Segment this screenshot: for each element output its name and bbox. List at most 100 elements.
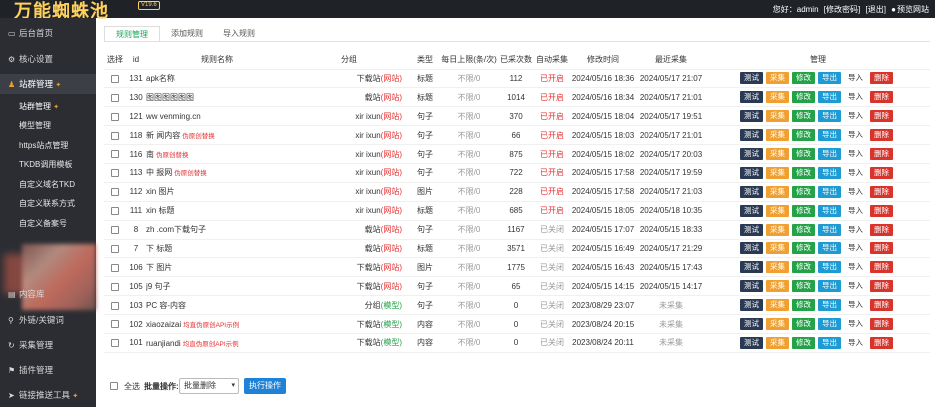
collect-button[interactable]: 采集	[766, 148, 789, 160]
row-checkbox[interactable]	[111, 263, 119, 272]
collect-button[interactable]: 采集	[766, 166, 789, 179]
logout-link[interactable]: [退出]	[865, 5, 885, 14]
import-button[interactable]: 导入	[844, 72, 867, 84]
row-auto-status[interactable]: 已开启	[534, 163, 570, 183]
import-button[interactable]: 导入	[844, 148, 867, 160]
row-auto-status[interactable]: 已关闭	[534, 257, 570, 278]
test-button[interactable]: 测试	[740, 129, 763, 142]
test-button[interactable]: 测试	[740, 280, 763, 293]
row-checkbox[interactable]	[111, 150, 119, 159]
edit-button[interactable]: 修改	[792, 91, 815, 104]
import-button[interactable]: 导入	[844, 91, 867, 103]
tab-add-rule[interactable]: 添加规则	[164, 26, 210, 42]
row-name[interactable]: PC 容-内容	[146, 301, 186, 310]
sidebar-item-core-settings[interactable]: ⚙ 核心设置	[0, 49, 96, 69]
collect-button[interactable]: 采集	[766, 110, 789, 123]
row-auto-status[interactable]: 已开启	[534, 201, 570, 221]
row-checkbox[interactable]	[111, 188, 119, 197]
import-button[interactable]: 导入	[844, 242, 867, 254]
delete-button[interactable]: 删除	[870, 148, 893, 160]
test-button[interactable]: 测试	[740, 91, 763, 104]
edit-button[interactable]: 修改	[792, 280, 815, 293]
edit-button[interactable]: 修改	[792, 299, 815, 312]
collect-button[interactable]: 采集	[766, 204, 789, 217]
export-button[interactable]: 导出	[818, 223, 841, 236]
tab-rule-management[interactable]: 规则管理	[104, 26, 160, 42]
row-checkbox[interactable]	[111, 74, 119, 83]
collect-button[interactable]: 采集	[766, 242, 789, 255]
sidebar-item-content-library[interactable]: ▤ 内容库	[0, 284, 96, 304]
export-button[interactable]: 导出	[818, 204, 841, 217]
sidebar-item-collect[interactable]: ↻ 采集管理	[0, 335, 96, 355]
export-button[interactable]: 导出	[818, 91, 841, 104]
row-name[interactable]: zh .com下载句子	[146, 225, 206, 234]
row-checkbox[interactable]	[111, 207, 119, 216]
test-button[interactable]: 测试	[740, 185, 763, 198]
change-password-link[interactable]: [修改密码]	[824, 5, 860, 14]
edit-button[interactable]: 修改	[792, 223, 815, 236]
row-checkbox[interactable]	[111, 93, 119, 102]
row-auto-status[interactable]: 已关闭	[534, 333, 570, 353]
delete-button[interactable]: 删除	[870, 318, 893, 331]
test-button[interactable]: 测试	[740, 242, 763, 255]
export-button[interactable]: 导出	[818, 299, 841, 312]
import-button[interactable]: 导入	[844, 129, 867, 141]
row-auto-status[interactable]: 已开启	[534, 69, 570, 89]
delete-button[interactable]: 删除	[870, 185, 893, 198]
edit-button[interactable]: 修改	[792, 204, 815, 217]
preview-site-link[interactable]: 预览网站	[897, 5, 929, 14]
export-button[interactable]: 导出	[818, 129, 841, 142]
row-name[interactable]: j9 句子	[146, 282, 170, 291]
test-button[interactable]: 测试	[740, 204, 763, 217]
row-name[interactable]: 新 闻内容	[146, 131, 180, 140]
collect-button[interactable]: 采集	[766, 280, 789, 293]
import-button[interactable]: 导入	[844, 224, 867, 236]
edit-button[interactable]: 修改	[792, 129, 815, 142]
row-name[interactable]: xin 图片	[146, 187, 174, 196]
row-checkbox[interactable]	[111, 131, 119, 140]
delete-button[interactable]: 删除	[870, 223, 893, 236]
sidebar-sub-tkdb[interactable]: TKDB调用模板	[0, 155, 96, 174]
sidebar-item-site-group[interactable]: ♟ 站群管理 ✦	[0, 74, 96, 94]
row-name[interactable]: ruanjiandi	[146, 339, 181, 348]
row-auto-status[interactable]: 已关闭	[534, 220, 570, 240]
import-button[interactable]: 导入	[844, 318, 867, 330]
edit-button[interactable]: 修改	[792, 261, 815, 274]
row-auto-status[interactable]: 已关闭	[534, 239, 570, 259]
test-button[interactable]: 测试	[740, 72, 763, 85]
select-all-checkbox[interactable]	[110, 381, 118, 390]
delete-button[interactable]: 删除	[870, 91, 893, 104]
row-name[interactable]: 图图图图图图	[146, 93, 194, 102]
import-button[interactable]: 导入	[844, 205, 867, 217]
export-button[interactable]: 导出	[818, 336, 841, 349]
sidebar-sub-domain-tkd[interactable]: 自定义域名TKD	[0, 175, 96, 194]
delete-button[interactable]: 删除	[870, 72, 893, 85]
row-name[interactable]: 中 报网	[146, 168, 172, 177]
tab-import-rule[interactable]: 导入规则	[216, 26, 262, 42]
sidebar-sub-contact[interactable]: 自定义联系方式	[0, 194, 96, 213]
export-button[interactable]: 导出	[818, 185, 841, 198]
test-button[interactable]: 测试	[740, 336, 763, 349]
edit-button[interactable]: 修改	[792, 148, 815, 160]
import-button[interactable]: 导入	[844, 337, 867, 349]
row-name[interactable]: ww venming.cn	[146, 112, 201, 121]
delete-button[interactable]: 删除	[870, 336, 893, 349]
row-name[interactable]: apk名称	[146, 74, 175, 83]
edit-button[interactable]: 修改	[792, 336, 815, 349]
collect-button[interactable]: 采集	[766, 185, 789, 198]
sidebar-sub-site-group[interactable]: 站群管理 ✦	[0, 97, 96, 116]
test-button[interactable]: 测试	[740, 166, 763, 179]
sidebar-sub-model[interactable]: 模型管理	[0, 116, 96, 135]
collect-button[interactable]: 采集	[766, 72, 789, 85]
export-button[interactable]: 导出	[818, 261, 841, 274]
collect-button[interactable]: 采集	[766, 318, 789, 331]
import-button[interactable]: 导入	[844, 110, 867, 122]
export-button[interactable]: 导出	[818, 318, 841, 331]
test-button[interactable]: 测试	[740, 299, 763, 312]
sidebar-item-links[interactable]: ⚲ 外链/关键词	[0, 310, 96, 330]
test-button[interactable]: 测试	[740, 110, 763, 123]
row-auto-status[interactable]: 已开启	[534, 144, 570, 164]
export-button[interactable]: 导出	[818, 148, 841, 160]
edit-button[interactable]: 修改	[792, 72, 815, 85]
delete-button[interactable]: 删除	[870, 261, 893, 274]
